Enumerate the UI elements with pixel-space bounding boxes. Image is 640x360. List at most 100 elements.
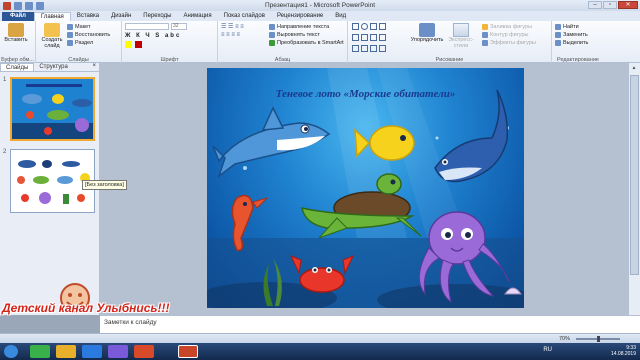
tab-animation[interactable]: Анимация bbox=[177, 12, 217, 21]
layout-button[interactable]: Макет bbox=[67, 23, 110, 31]
dolphin-image[interactable] bbox=[434, 89, 509, 183]
rectangle-shape-icon[interactable] bbox=[352, 23, 359, 30]
text-direction-button[interactable]: Направление текста bbox=[269, 23, 344, 31]
section-button[interactable]: Раздел bbox=[67, 39, 110, 47]
language-indicator[interactable]: RU bbox=[543, 347, 552, 353]
start-button-icon[interactable] bbox=[4, 345, 18, 358]
scrollbar-thumb[interactable] bbox=[630, 75, 639, 275]
find-button[interactable]: Найти bbox=[555, 23, 601, 31]
shapes-gallery[interactable] bbox=[351, 23, 411, 56]
minimize-button[interactable]: – bbox=[588, 1, 602, 9]
sea-creatures bbox=[212, 89, 522, 306]
callout-shape-icon[interactable] bbox=[379, 34, 386, 41]
group-drawing: Упорядочить Экспресс-стили Заливка фигур… bbox=[348, 21, 552, 63]
panel-close-icon[interactable]: × bbox=[92, 63, 96, 71]
replace-button[interactable]: Заменить bbox=[555, 31, 601, 39]
arrange-label: Упорядочить bbox=[410, 37, 444, 43]
brace-shape-icon[interactable] bbox=[370, 34, 377, 41]
reset-icon bbox=[67, 32, 73, 38]
smartart-button[interactable]: Преобразовать в SmartArt bbox=[269, 39, 344, 47]
system-clock: 9:33 14.08.2019 bbox=[611, 345, 636, 357]
shape-outline-button[interactable]: Контур фигуры bbox=[482, 31, 536, 39]
close-button[interactable]: ✕ bbox=[618, 1, 638, 9]
powerpoint-taskbar-icon[interactable] bbox=[178, 345, 198, 358]
font-color-icon[interactable] bbox=[134, 41, 142, 48]
explorer-taskbar-icon[interactable] bbox=[56, 345, 76, 358]
arrange-button[interactable]: Упорядочить bbox=[411, 23, 443, 56]
turtle-image[interactable] bbox=[301, 173, 422, 239]
new-slide-button[interactable]: Создать слайд bbox=[39, 23, 65, 49]
oval-shape-icon[interactable] bbox=[361, 23, 368, 30]
yellow-fish-image[interactable] bbox=[354, 125, 415, 161]
crab-image[interactable] bbox=[290, 255, 354, 293]
select-icon bbox=[555, 40, 561, 46]
paragraph-buttons[interactable]: ☰ ☰ ≡ ≡ ≡ ≡ ≡ ≡ bbox=[221, 23, 269, 47]
shell-image[interactable] bbox=[504, 287, 522, 295]
tab-view[interactable]: Вид bbox=[329, 12, 352, 21]
font-size-select[interactable]: 32 bbox=[171, 23, 187, 30]
tab-slideshow[interactable]: Показ слайдов bbox=[218, 12, 271, 21]
slide-editor: Теневое лото «Морские обитатели» bbox=[100, 63, 628, 315]
tab-outline-panel[interactable]: Структура bbox=[34, 63, 72, 71]
new-slide-label: Создать слайд bbox=[41, 37, 63, 49]
highlight-color-icon[interactable] bbox=[125, 41, 132, 48]
font-name-select[interactable] bbox=[125, 23, 169, 30]
zoom-slider-thumb[interactable] bbox=[597, 336, 600, 342]
slide-tooltip: [Без заголовка] bbox=[82, 180, 127, 190]
group-editing: Найти Заменить Выделить Редактирование bbox=[552, 21, 604, 63]
zoom-level[interactable]: 70% bbox=[559, 336, 570, 342]
octopus-image[interactable] bbox=[418, 211, 510, 304]
quick-styles-button[interactable]: Экспресс-стили bbox=[443, 23, 479, 56]
paste-label: Вставить bbox=[4, 37, 28, 43]
shark-image[interactable] bbox=[212, 106, 331, 179]
media-taskbar-icon[interactable] bbox=[82, 345, 102, 358]
chrome-taskbar-icon[interactable] bbox=[30, 345, 50, 358]
align-text-button[interactable]: Выровнять текст bbox=[269, 31, 344, 39]
replace-label: Заменить bbox=[563, 32, 588, 38]
maximize-button[interactable]: ▫ bbox=[603, 1, 617, 9]
tab-file[interactable]: Файл bbox=[2, 12, 34, 21]
line-shape-icon[interactable] bbox=[352, 34, 359, 41]
group-font: 32 Ж К Ч S abc Шрифт bbox=[122, 21, 218, 63]
shape-fill-button[interactable]: Заливка фигуры bbox=[482, 23, 536, 31]
cloud-shape-icon[interactable] bbox=[370, 45, 377, 52]
slide-number-1: 1 bbox=[3, 77, 7, 83]
tab-insert[interactable]: Вставка bbox=[71, 12, 105, 21]
align-text-icon bbox=[269, 32, 275, 38]
more-shapes-icon[interactable] bbox=[379, 45, 386, 52]
tab-slides-panel[interactable]: Слайды bbox=[0, 63, 35, 71]
replace-icon bbox=[555, 32, 561, 38]
triangle-shape-icon[interactable] bbox=[370, 23, 377, 30]
tab-review[interactable]: Рецензирование bbox=[271, 12, 329, 21]
slide-thumbnail-1[interactable] bbox=[10, 77, 95, 141]
vertical-scrollbar[interactable]: ▲ bbox=[628, 63, 640, 315]
font-format-buttons[interactable]: Ж К Ч S abc bbox=[125, 33, 214, 39]
seaweed-image[interactable] bbox=[263, 258, 282, 306]
seahorse-image[interactable] bbox=[231, 194, 269, 251]
heart-shape-icon[interactable] bbox=[352, 45, 359, 52]
slide-number-2: 2 bbox=[3, 149, 7, 155]
current-slide[interactable]: Теневое лото «Морские обитатели» bbox=[207, 68, 524, 308]
scroll-up-icon[interactable]: ▲ bbox=[629, 63, 639, 73]
paste-icon bbox=[8, 23, 24, 37]
moon-shape-icon[interactable] bbox=[361, 45, 368, 52]
arrow-shape-icon[interactable] bbox=[379, 23, 386, 30]
ribbon-tabs: Файл Главная Вставка Дизайн Переходы Ани… bbox=[0, 11, 640, 21]
tab-design[interactable]: Дизайн bbox=[105, 12, 137, 21]
slides-panel: Слайды Структура × 1 [Без заголовка] 2 bbox=[0, 63, 127, 315]
tab-transitions[interactable]: Переходы bbox=[137, 12, 177, 21]
layout-icon bbox=[67, 24, 73, 30]
shape-outline-icon bbox=[482, 32, 488, 38]
reset-button[interactable]: Восстановить bbox=[67, 31, 110, 39]
shape-outline-label: Контур фигуры bbox=[490, 32, 529, 38]
select-button[interactable]: Выделить bbox=[555, 39, 601, 47]
shape-effects-button[interactable]: Эффекты фигуры bbox=[482, 39, 536, 47]
app2-taskbar-icon[interactable] bbox=[134, 345, 154, 358]
group-slides: Создать слайд Макет Восстановить Раздел … bbox=[36, 21, 122, 63]
app-taskbar-icon[interactable] bbox=[108, 345, 128, 358]
slide-thumbnail-1-preview bbox=[12, 79, 93, 139]
star-shape-icon[interactable] bbox=[361, 34, 368, 41]
paste-button[interactable]: Вставить bbox=[3, 23, 29, 43]
tab-home[interactable]: Главная bbox=[33, 12, 71, 21]
shape-fill-icon bbox=[482, 24, 488, 30]
